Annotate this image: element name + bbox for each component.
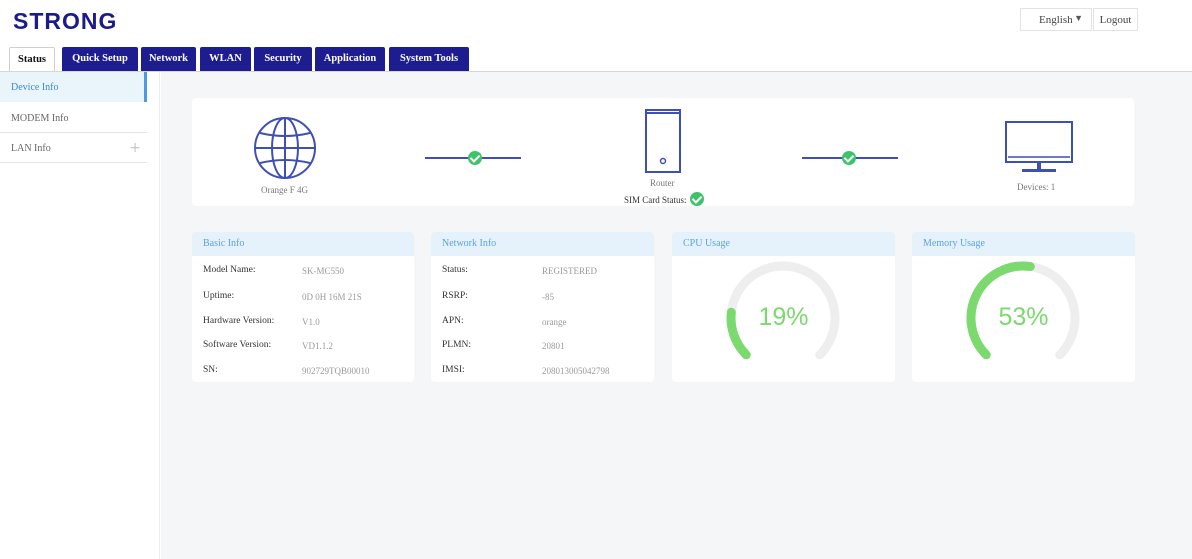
tab-application[interactable]: Application	[315, 47, 385, 72]
basic-info-label: Model Name:	[203, 265, 256, 275]
sidebar-item-modem-info[interactable]: MODEM Info	[0, 103, 147, 133]
basic-info-value: SK-MC550	[302, 266, 345, 276]
router-icon	[645, 109, 681, 173]
network-topology-panel: Orange F 4G Router SIM Card Status: Devi…	[192, 98, 1134, 206]
chevron-down-icon: ▼	[1074, 13, 1083, 23]
basic-info-label: Uptime:	[203, 291, 235, 301]
network-info-label: Status:	[442, 265, 468, 275]
language-value: English	[1039, 14, 1073, 26]
language-select[interactable]: English ▼	[1020, 8, 1092, 31]
network-info-value: orange	[542, 317, 567, 327]
check-icon	[842, 151, 856, 165]
globe-icon	[254, 117, 316, 179]
tab-security[interactable]: Security	[254, 47, 312, 72]
sidebar: Device Info MODEM Info LAN Info +	[0, 72, 160, 559]
cpu-usage-value: 19%	[758, 303, 809, 331]
network-info-value: REGISTERED	[542, 266, 597, 276]
internet-label: Orange F 4G	[261, 185, 308, 195]
cpu-usage-card: CPU Usage 19%	[672, 232, 895, 382]
basic-info-label: SN:	[203, 365, 218, 375]
basic-info-label: Hardware Version:	[203, 316, 275, 326]
network-info-value: 20801	[542, 341, 565, 351]
basic-info-label: Software Version:	[203, 340, 272, 350]
basic-info-card: Basic Info Model Name: SK-MC550 Uptime: …	[192, 232, 414, 382]
memory-usage-title: Memory Usage	[912, 232, 1135, 256]
network-info-title: Network Info	[431, 232, 654, 256]
basic-info-value: 0D 0H 16M 21S	[302, 292, 362, 302]
network-info-label: PLMN:	[442, 340, 472, 350]
tab-network[interactable]: Network	[141, 47, 196, 72]
network-info-label: RSRP:	[442, 291, 468, 301]
basic-info-value: 902729TQB00010	[302, 366, 370, 376]
tab-status[interactable]: Status	[9, 47, 55, 73]
basic-info-title: Basic Info	[192, 232, 414, 256]
basic-info-value: V1.0	[302, 317, 320, 327]
check-icon	[690, 192, 704, 206]
logout-button[interactable]: Logout	[1093, 8, 1138, 31]
plus-icon[interactable]: +	[129, 140, 141, 156]
sidebar-item-label: MODEM Info	[11, 113, 69, 124]
network-info-value: 208013005042798	[542, 366, 610, 376]
tab-quick-setup[interactable]: Quick Setup	[62, 47, 138, 72]
sidebar-item-label: LAN Info	[11, 143, 51, 154]
sidebar-item-lan-info[interactable]: LAN Info +	[0, 133, 147, 163]
network-info-label: APN:	[442, 316, 464, 326]
network-info-label: IMSI:	[442, 365, 465, 375]
sidebar-item-device-info[interactable]: Device Info	[0, 72, 147, 102]
tab-system-tools[interactable]: System Tools	[389, 47, 469, 72]
basic-info-value: VD1.1.2	[302, 341, 333, 351]
sidebar-item-label: Device Info	[11, 82, 59, 93]
network-info-value: -85	[542, 292, 554, 302]
memory-usage-value: 53%	[998, 303, 1049, 331]
network-info-card: Network Info Status: REGISTERED RSRP: -8…	[431, 232, 654, 382]
strong-logo: STRONG	[13, 8, 118, 34]
memory-usage-card: Memory Usage 53%	[912, 232, 1135, 382]
monitor-icon	[1005, 121, 1073, 172]
cpu-usage-title: CPU Usage	[672, 232, 895, 256]
router-label: Router	[650, 178, 675, 188]
tab-wlan[interactable]: WLAN	[200, 47, 251, 72]
devices-label: Devices: 1	[1017, 182, 1056, 192]
sim-status-label: SIM Card Status:	[624, 195, 687, 205]
check-icon	[468, 151, 482, 165]
